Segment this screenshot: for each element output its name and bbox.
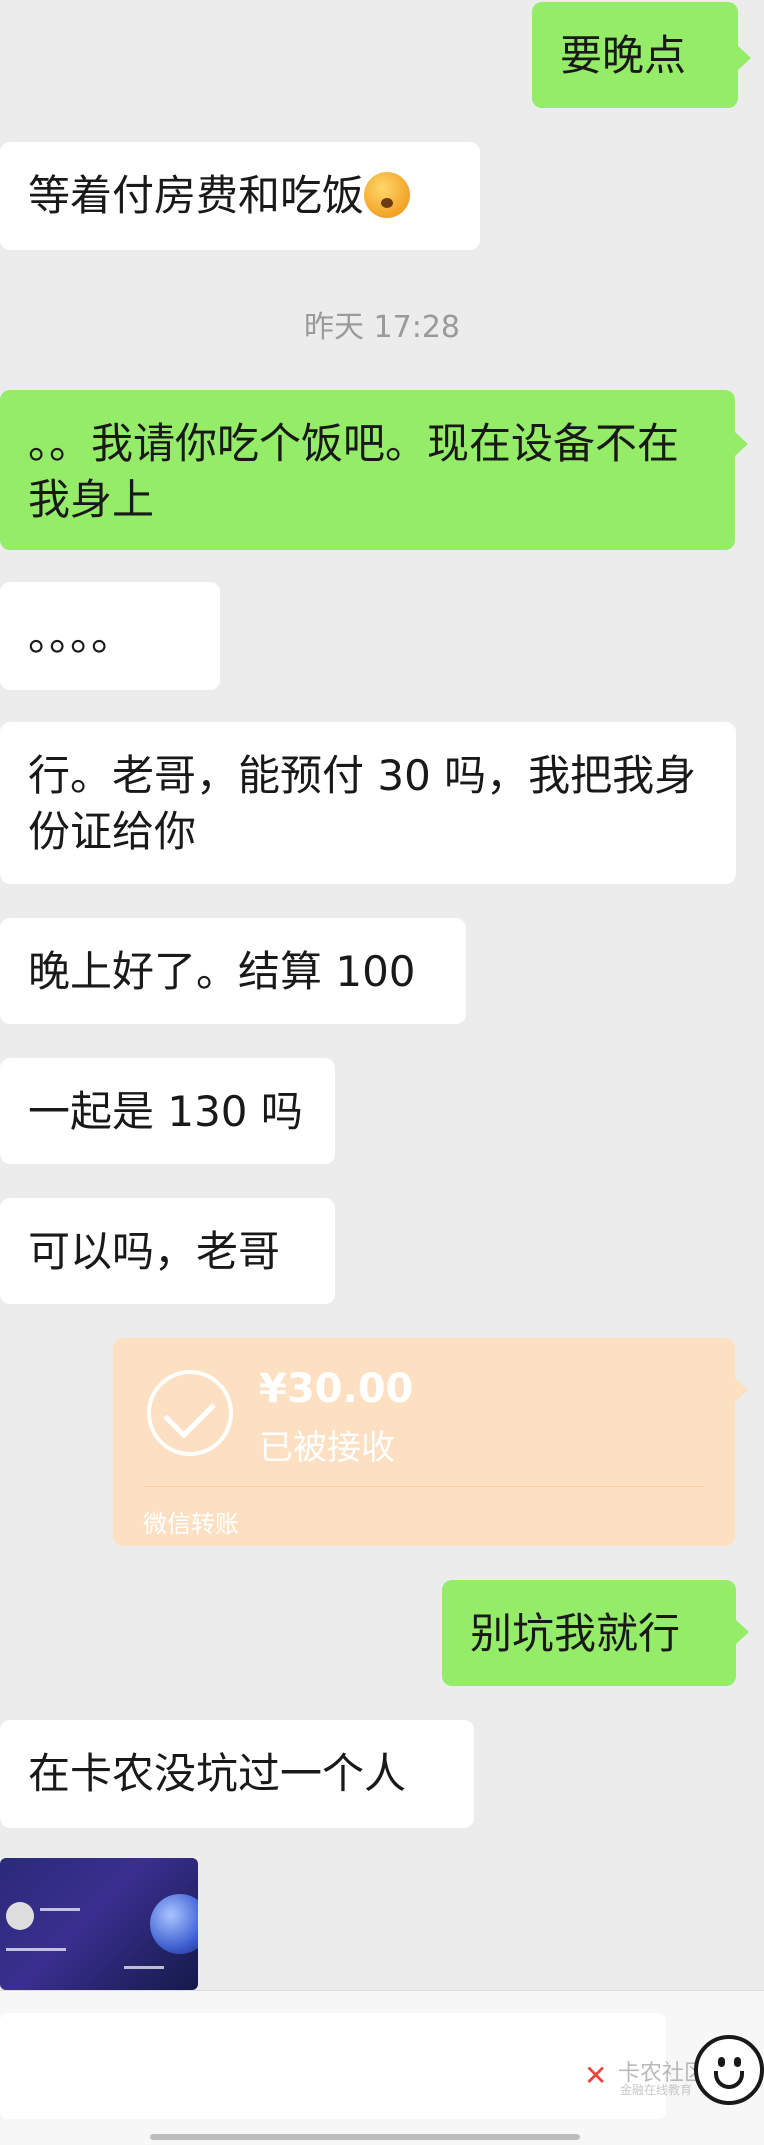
- bubble-tail: [736, 1620, 749, 1644]
- check-circle-icon: [147, 1370, 233, 1456]
- message-bubble-sent[interactable]: 别坑我就行: [442, 1580, 736, 1686]
- transfer-label: 微信转账: [143, 1510, 239, 1538]
- bubble-tail: [738, 46, 751, 70]
- message-text: 要晚点: [560, 31, 687, 80]
- home-indicator: [150, 2134, 580, 2140]
- emoji-face-icon[interactable]: [694, 2035, 764, 2105]
- message-text: 在卡农没坑过一个人: [28, 1749, 407, 1798]
- message-bubble-received[interactable]: 一起是 130 吗: [0, 1058, 335, 1164]
- message-text: 。。。。: [28, 611, 134, 660]
- thumbnail-line: [6, 1948, 66, 1951]
- thinking-face-emoji-icon: [364, 172, 411, 218]
- bubble-tail: [735, 432, 748, 456]
- message-input[interactable]: [0, 2013, 666, 2119]
- message-input-bar: ✕ 卡农社区 金融在线教育: [0, 1990, 764, 2145]
- message-text: 行。老哥，能预付 30 吗，我把我身份证给你: [28, 751, 697, 856]
- thumbnail-line: [40, 1908, 80, 1911]
- watermark-sub: 金融在线教育: [620, 2083, 693, 2097]
- kanong-logo-icon: ✕: [584, 2059, 608, 2092]
- thumbnail-line: [124, 1966, 164, 1969]
- message-text: 一起是 130 吗: [28, 1087, 303, 1136]
- avatar: [6, 1902, 34, 1930]
- message-text: 。。我请你吃个饭吧。现在设备不在我身上: [28, 419, 680, 524]
- transfer-status: 已被接收: [259, 1428, 395, 1468]
- chat-timestamp: 昨天 17:28: [304, 310, 460, 345]
- divider: [143, 1486, 705, 1487]
- message-bubble-received[interactable]: 在卡农没坑过一个人: [0, 1720, 474, 1828]
- message-text: 可以吗，老哥: [28, 1227, 281, 1276]
- watermark: ✕ 卡农社区 金融在线教育: [584, 2055, 706, 2099]
- message-bubble-received[interactable]: 可以吗，老哥: [0, 1198, 335, 1304]
- message-bubble-received[interactable]: 。。。。: [0, 582, 220, 690]
- transfer-amount: ¥30.00: [259, 1366, 414, 1412]
- planet-graphic: [150, 1894, 198, 1954]
- message-text: 等着付房费和吃饭: [28, 171, 365, 220]
- wechat-transfer-card[interactable]: ¥30.00 已被接收 微信转账: [113, 1338, 735, 1546]
- message-text: 别坑我就行: [470, 1609, 681, 1658]
- message-bubble-received[interactable]: 等着付房费和吃饭: [0, 142, 480, 250]
- image-message-thumbnail[interactable]: [0, 1858, 198, 1990]
- message-bubble-received[interactable]: 行。老哥，能预付 30 吗，我把我身份证给你: [0, 722, 736, 884]
- bubble-tail: [735, 1378, 748, 1402]
- message-text: 晚上好了。结算 100: [28, 947, 416, 996]
- message-bubble-sent[interactable]: 。。我请你吃个饭吧。现在设备不在我身上: [0, 390, 735, 550]
- message-bubble-sent[interactable]: 要晚点: [532, 2, 738, 108]
- message-bubble-received[interactable]: 晚上好了。结算 100: [0, 918, 466, 1024]
